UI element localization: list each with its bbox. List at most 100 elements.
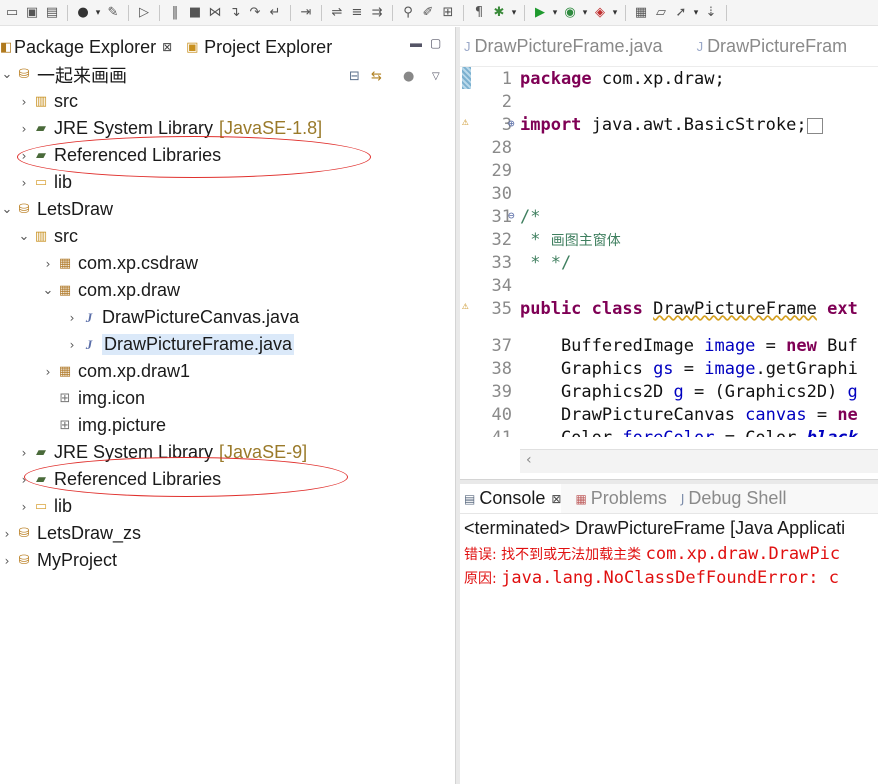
toggle-mark-icon[interactable]: ✐ [418, 3, 438, 23]
tree-item[interactable]: › ▰ JRE System Library [JavaSE-9] [17, 439, 308, 466]
tab-project-explorer[interactable]: ▣ Project Explorer [186, 33, 338, 61]
view-menu-icon[interactable]: ▽ [432, 71, 440, 82]
tree-item[interactable]: › ▭ lib [17, 493, 72, 520]
minimize-icon[interactable]: ▬ [410, 36, 422, 50]
chevron-right-icon[interactable]: › [17, 122, 31, 136]
tree-item[interactable]: › ▦ com.xp.draw1 [41, 358, 190, 385]
code-line[interactable]: 35 ⚠ public class DrawPictureFrame ext [460, 299, 878, 322]
open-folder-icon[interactable]: ▱ [651, 3, 671, 23]
tab-problems[interactable]: ▦ Problems [571, 488, 666, 509]
maximize-icon[interactable]: ▢ [430, 36, 441, 50]
chevron-right-icon[interactable]: › [17, 500, 31, 514]
external-tools-icon[interactable]: ◈ [590, 3, 610, 23]
chevron-right-icon[interactable]: › [17, 176, 31, 190]
tree-item[interactable]: ⌄ ⛁ 一起来画画 [0, 61, 127, 88]
code-line[interactable]: 32 * 画图主窗体 [460, 230, 878, 253]
code-line[interactable]: 39 Graphics2D g = (Graphics2D) g [460, 382, 878, 405]
tab-debug-shell[interactable]: J Debug Shell [677, 488, 787, 509]
code-line[interactable]: 33 * */ [460, 253, 878, 276]
save-all-icon[interactable]: ▤ [42, 3, 62, 23]
collapse-fold-icon[interactable]: ⊖ [508, 209, 515, 222]
chevron-right-icon[interactable]: › [0, 554, 14, 568]
tree-item[interactable]: ⊞ img.picture [41, 412, 166, 439]
folder-icon[interactable]: ▭ [2, 3, 22, 23]
chevron-down-icon[interactable]: ⌄ [0, 67, 14, 82]
chevron-right-icon[interactable]: › [65, 338, 79, 352]
run-icon[interactable]: ▶ [530, 3, 550, 23]
chevron-right-icon[interactable]: › [17, 95, 31, 109]
chevron-right-icon[interactable]: › [17, 446, 31, 460]
tree-item[interactable]: › ⛁ LetsDraw_zs [0, 520, 141, 547]
tree-item[interactable]: › J DrawPictureCanvas.java [65, 304, 299, 331]
drop-frame-icon[interactable]: ⇥ [296, 3, 316, 23]
code-line[interactable]: 41 Color foreColor = Color.black [460, 428, 878, 437]
code-line[interactable]: 38 Graphics gs = image.getGraphi [460, 359, 878, 382]
editor-tab-drawpictureframe[interactable]: J DrawPictureFrame.java [460, 36, 663, 57]
code-line[interactable]: 37 BufferedImage image = new Buf [460, 336, 878, 359]
step-return-icon[interactable]: ↵ [265, 3, 285, 23]
dropdown-arrow-icon[interactable]: ▾ [509, 7, 519, 18]
warning-icon[interactable]: ⚠ [462, 299, 469, 312]
block-selection-icon[interactable]: ⊞ [438, 3, 458, 23]
new-package-icon[interactable]: ▦ [631, 3, 651, 23]
tree-item[interactable]: › ▥ src [17, 88, 78, 115]
close-icon[interactable]: ⊠ [551, 492, 561, 506]
tree-item[interactable]: › ▰ JRE System Library [JavaSE-1.8] [17, 115, 323, 142]
debug-icon[interactable]: ✱ [489, 3, 509, 23]
tree-item[interactable]: › ⛁ MyProject [0, 547, 117, 574]
code-line[interactable]: 40 DrawPictureCanvas canvas = ne [460, 405, 878, 428]
chevron-right-icon[interactable]: › [0, 527, 14, 541]
next-edit-icon[interactable]: ⇣ [701, 3, 721, 23]
chevron-right-icon[interactable]: › [17, 149, 31, 163]
code-line[interactable]: 28 [460, 138, 878, 161]
dropdown-arrow-icon[interactable]: ▾ [550, 7, 560, 18]
focus-icon[interactable]: ● [403, 69, 414, 84]
search-icon[interactable]: ⚲ [398, 3, 418, 23]
tree-item[interactable]: › ▰ Referenced Libraries [17, 142, 222, 169]
chevron-right-icon[interactable]: › [41, 257, 55, 271]
code-line[interactable]: 1 package com.xp.draw; [460, 69, 878, 92]
dropdown-arrow-icon[interactable]: ▾ [691, 7, 701, 18]
coverage-icon[interactable]: ◉ [560, 3, 580, 23]
tree-item[interactable]: ⌄ ▦ com.xp.draw [41, 277, 181, 304]
tree-item[interactable]: › ▰ Referenced Libraries [17, 466, 222, 493]
suspend-icon[interactable]: ‖ [165, 3, 185, 23]
save-icon[interactable]: ▣ [22, 3, 42, 23]
code-line[interactable]: 30 [460, 184, 878, 207]
step-over-icon[interactable]: ↷ [245, 3, 265, 23]
tree-item[interactable]: › ▭ lib [17, 169, 72, 196]
tree-item[interactable]: › J DrawPictureFrame.java [65, 331, 295, 358]
next-annotation-icon[interactable]: ⇉ [367, 3, 387, 23]
chevron-down-icon[interactable]: ⌄ [17, 229, 31, 244]
chevron-down-icon[interactable]: ⌄ [0, 202, 14, 217]
dropdown-arrow-icon[interactable]: ▾ [610, 7, 620, 18]
code-line[interactable]: 34 [460, 276, 878, 299]
expand-fold-icon[interactable]: ⊕ [508, 117, 515, 130]
dropdown-arrow-icon[interactable]: ▾ [580, 7, 590, 18]
code-line[interactable]: 29 [460, 161, 878, 184]
launch-icon[interactable]: ➚ [671, 3, 691, 23]
open-type-icon[interactable]: ≡ [347, 3, 367, 23]
disconnect-icon[interactable]: ⋈ [205, 3, 225, 23]
chevron-right-icon[interactable]: › [41, 365, 55, 379]
tree-item[interactable]: ⌄ ▥ src [17, 223, 78, 250]
step-into-icon[interactable]: ↴ [225, 3, 245, 23]
tree-item[interactable]: ⊞ img.icon [41, 385, 145, 412]
tree-item[interactable]: › ▦ com.xp.csdraw [41, 250, 198, 277]
whitespace-icon[interactable]: ¶ [469, 3, 489, 23]
collapse-all-icon[interactable]: ⊟ [349, 69, 360, 84]
terminate-icon[interactable]: ■ [185, 3, 205, 23]
code-line[interactable]: 31 ⊖ /* [460, 207, 878, 230]
code-line[interactable]: 2 [460, 92, 878, 115]
tab-package-explorer[interactable]: ◧ Package Explorer ⊠ [0, 33, 179, 61]
scroll-left-icon[interactable]: ‹ [526, 452, 532, 468]
editor-tab-drawpictureframe-2[interactable]: J DrawPictureFram [693, 36, 848, 57]
close-icon[interactable]: ⊠ [162, 40, 172, 54]
resume-icon[interactable]: ▷ [134, 3, 154, 23]
tab-console[interactable]: ▤ Console ⊠ [460, 484, 562, 513]
use-step-filters-icon[interactable]: ⇌ [327, 3, 347, 23]
tree-item[interactable]: ⌄ ⛁ LetsDraw [0, 196, 113, 223]
person-icon[interactable]: ● [73, 3, 93, 23]
link-with-editor-icon[interactable]: ⇆ [371, 69, 382, 84]
chevron-right-icon[interactable]: › [17, 473, 31, 487]
